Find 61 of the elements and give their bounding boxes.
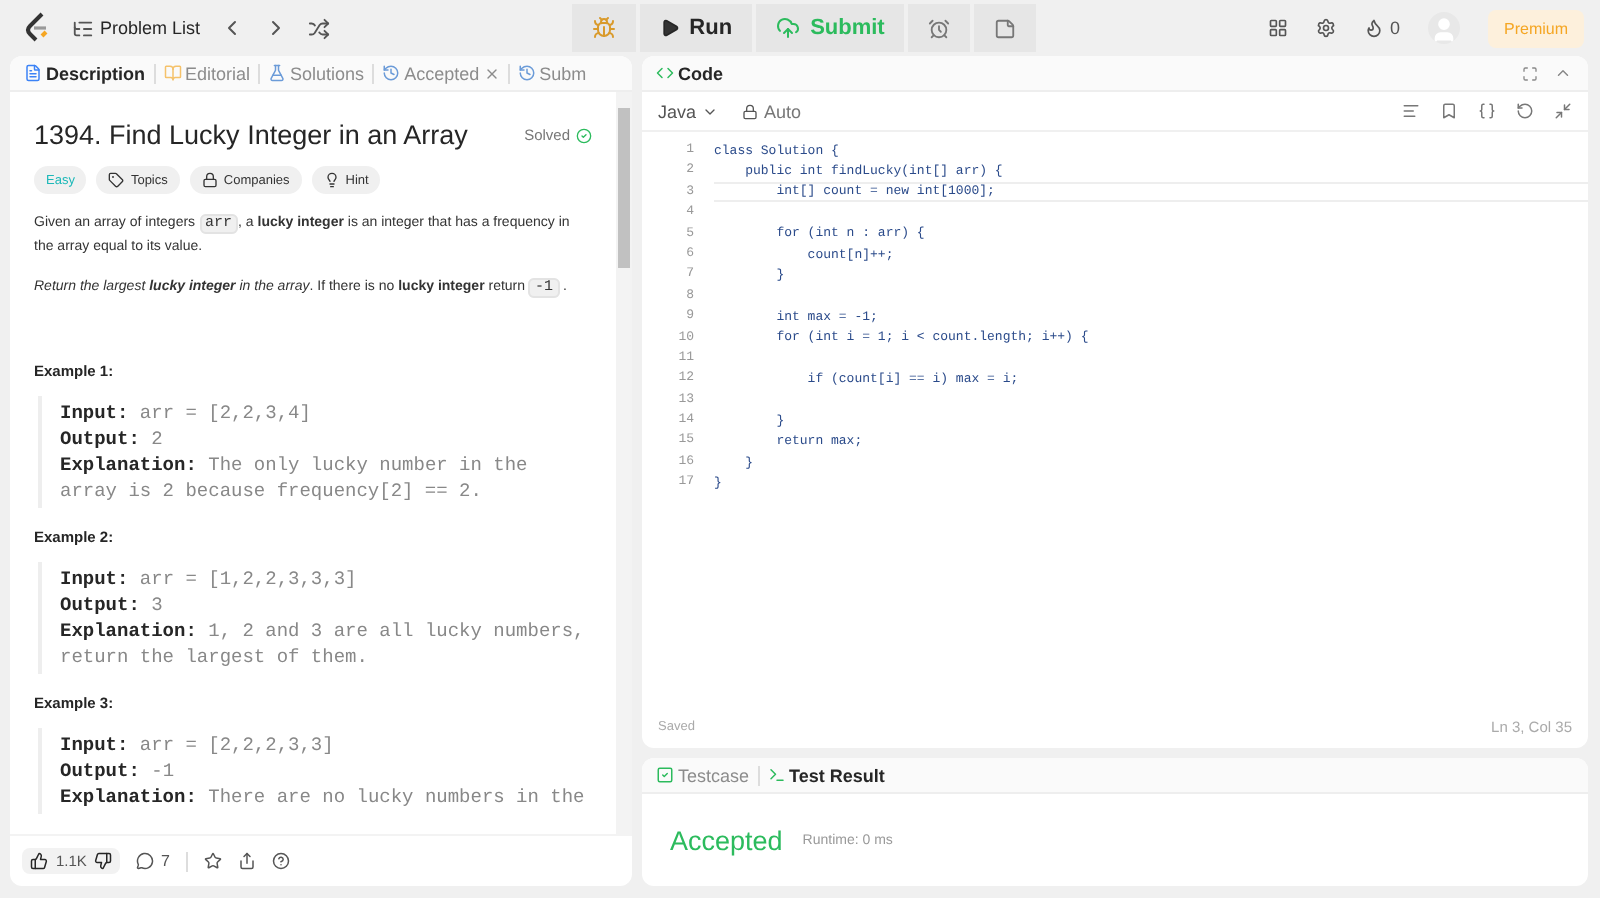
panel-tab[interactable]: Test Result (761, 765, 891, 785)
share-icon[interactable] (237, 852, 256, 870)
terminal-icon (767, 766, 786, 784)
flame-icon[interactable] (1363, 18, 1384, 38)
alarm-clock-icon (928, 17, 951, 39)
code-tab[interactable]: Code (650, 63, 729, 83)
minimize-icon[interactable] (1554, 102, 1572, 120)
problem-title: 1394. Find Lucky Integer in an Array (34, 120, 468, 150)
history-icon (517, 64, 536, 82)
format-icon[interactable] (1402, 102, 1420, 120)
checkbox-icon (656, 766, 674, 784)
example-line: Explanation: The only lucky number in the array is 2 because frequency[2] == 2. (60, 452, 530, 504)
check-circle-icon (576, 127, 592, 143)
comment-count: 7 (160, 852, 170, 870)
panel-tab[interactable]: Description (18, 63, 152, 83)
fullscreen-icon[interactable] (1522, 65, 1538, 81)
verdict-text: Accepted (670, 825, 783, 855)
scrollbar[interactable] (616, 92, 632, 834)
grid-icon[interactable] (1267, 18, 1288, 38)
example-line: Output: 2 (60, 426, 165, 452)
notes-button[interactable] (974, 4, 1037, 52)
bookmark-icon[interactable] (1440, 102, 1458, 120)
language-select[interactable]: Java (658, 101, 719, 121)
chevron-up-icon[interactable] (1554, 64, 1572, 82)
comment-icon[interactable] (136, 852, 155, 870)
history-icon (382, 64, 401, 82)
reset-icon[interactable] (1516, 102, 1534, 120)
streak-count: 0 (1389, 18, 1400, 38)
list-icon[interactable] (72, 17, 94, 39)
help-icon[interactable] (271, 852, 290, 870)
settings-icon[interactable] (1315, 18, 1336, 38)
example-line: Explanation: There are no lucky numbers in the (60, 784, 587, 810)
flask-icon (268, 64, 287, 82)
lock-icon (742, 103, 759, 119)
run-button[interactable]: Run (639, 4, 753, 52)
logo-icon[interactable] (24, 12, 52, 44)
note-icon (994, 17, 1017, 39)
problem-list-link[interactable]: Problem List (100, 18, 201, 38)
example-line: Input: arr = [1,2,2,3,3,3] (60, 566, 359, 592)
cloud-upload-icon (776, 16, 801, 40)
example-line: Output: 3 (60, 592, 165, 618)
example-line: Input: arr = [2,2,2,3,3] (60, 732, 336, 758)
mode-label[interactable]: Auto (764, 101, 802, 121)
bug-icon (591, 16, 616, 40)
code-icon (656, 64, 674, 82)
thumbs-down-icon (94, 852, 113, 870)
close-icon[interactable] (483, 65, 500, 81)
example-line: Output: -1 (60, 758, 177, 784)
play-icon (659, 18, 680, 38)
document-icon (24, 64, 42, 82)
example-line: Input: arr = [2,2,3,4] (60, 400, 313, 426)
star-icon[interactable] (203, 852, 222, 870)
lightbulb-icon (323, 172, 340, 188)
tag-icon (108, 172, 125, 188)
example-line: Explanation: 1, 2 and 3 are all lucky numbers, return the largest of them. (60, 618, 587, 670)
lock-icon (201, 172, 218, 188)
book-icon (163, 64, 182, 82)
thumbs-up-icon (30, 852, 48, 870)
braces-icon[interactable] (1478, 102, 1496, 120)
timer-button[interactable] (908, 4, 971, 52)
shuffle-icon[interactable] (308, 17, 331, 39)
